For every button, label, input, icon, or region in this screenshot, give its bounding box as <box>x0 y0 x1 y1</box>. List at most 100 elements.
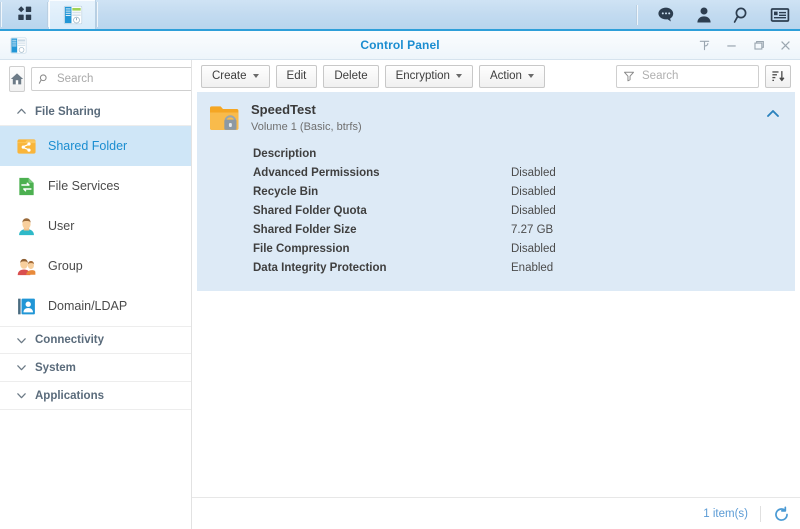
sidebar-group-applications[interactable]: Applications <box>0 382 191 410</box>
detail-row: Shared Folder Quota Disabled <box>253 201 783 220</box>
sidebar-group-system[interactable]: System <box>0 354 191 382</box>
sidebar-item-label: Group <box>48 259 83 273</box>
detail-label: Shared Folder Size <box>253 223 357 236</box>
taskbar-spacer <box>98 0 636 29</box>
sidebar-header <box>0 60 191 98</box>
sidebar-item-user[interactable]: User <box>0 206 191 246</box>
chevron-down-icon <box>252 74 259 78</box>
detail-row: Data Integrity Protection Enabled <box>253 258 783 277</box>
detail-value: Disabled <box>511 185 556 198</box>
sidebar-group-label: Applications <box>35 389 105 402</box>
sidebar-item-label: File Services <box>48 179 120 193</box>
sidebar-item-file-services[interactable]: File Services <box>0 166 191 206</box>
home-button[interactable] <box>9 66 25 92</box>
status-divider <box>760 506 761 522</box>
delete-button-label: Delete <box>334 70 368 82</box>
shared-folder-titles: SpeedTest Volume 1 (Basic, btrfs) <box>251 102 362 135</box>
toolbar: Create Edit Delete Encryption Action <box>192 60 800 92</box>
page-title: Control Panel <box>360 38 440 52</box>
dsm-desktop: Control Panel Search File Sharing Shared… <box>0 0 800 529</box>
shared-folder-list: SpeedTest Volume 1 (Basic, btrfs) Descri… <box>192 92 800 497</box>
shared-folder-location: Volume 1 (Basic, btrfs) <box>251 121 362 133</box>
control-panel-window: Control Panel Search File Sharing Shared… <box>0 31 800 529</box>
sidebar-item-group[interactable]: Group <box>0 246 191 286</box>
sidebar: File Sharing Shared Folder <box>0 60 192 529</box>
sidebar-item-domain-ldap[interactable]: Domain/LDAP <box>0 286 191 326</box>
detail-row: Recycle Bin Disabled <box>253 182 783 201</box>
apps-launcher-icon <box>17 5 31 20</box>
chevron-up-icon <box>17 108 26 114</box>
notifications-icon[interactable] <box>656 5 676 25</box>
shared-folder-icon <box>17 138 36 154</box>
desktop-taskbar <box>0 0 800 31</box>
apps-launcher-button[interactable] <box>2 0 47 29</box>
item-count-label: 1 item(s) <box>703 508 748 520</box>
sidebar-item-shared-folder[interactable]: Shared Folder <box>0 126 191 166</box>
encryption-button-label: Encryption <box>395 70 450 82</box>
window-controls <box>698 31 792 59</box>
chevron-down-icon <box>17 393 26 399</box>
action-button[interactable]: Action <box>478 64 545 88</box>
edit-button-label: Edit <box>286 70 307 82</box>
create-button[interactable]: Create <box>201 64 270 88</box>
taskbar-item-control-panel[interactable] <box>49 0 96 29</box>
edit-button[interactable]: Edit <box>275 64 318 88</box>
delete-button[interactable]: Delete <box>323 64 379 88</box>
shared-folder-details: Description Advanced Permissions Disable… <box>209 144 783 277</box>
close-icon[interactable] <box>779 39 792 52</box>
sort-descending-icon <box>772 71 785 82</box>
detail-label: Description <box>253 147 317 160</box>
detail-value: Disabled <box>511 166 556 179</box>
maximize-icon[interactable] <box>752 39 765 52</box>
refresh-icon[interactable] <box>773 506 790 523</box>
shared-folder-name: SpeedTest <box>251 102 316 117</box>
detail-value: Disabled <box>511 204 556 217</box>
sidebar-item-label: Shared Folder <box>48 139 128 153</box>
detail-label: File Compression <box>253 242 350 255</box>
encryption-button[interactable]: Encryption <box>384 64 473 88</box>
detail-row: Description <box>253 144 783 163</box>
detail-row: Advanced Permissions Disabled <box>253 163 783 182</box>
search-icon <box>38 74 47 84</box>
detail-row: File Compression Disabled <box>253 239 783 258</box>
shared-folder-item[interactable]: SpeedTest Volume 1 (Basic, btrfs) Descri… <box>197 92 795 291</box>
sidebar-group-label: System <box>35 361 76 374</box>
sidebar-search-input[interactable] <box>55 72 191 86</box>
sidebar-item-label: User <box>48 219 75 233</box>
window-body: File Sharing Shared Folder <box>0 60 800 529</box>
shared-folder-header: SpeedTest Volume 1 (Basic, btrfs) <box>209 102 783 135</box>
detail-value: 7.27 GB <box>511 223 554 236</box>
sidebar-item-label: Domain/LDAP <box>48 299 128 313</box>
detail-label: Advanced Permissions <box>253 166 380 179</box>
user-icon <box>19 217 34 235</box>
sort-button[interactable] <box>765 64 791 88</box>
file-services-icon <box>19 177 34 195</box>
toolbar-search-input[interactable] <box>640 69 752 83</box>
detail-label: Shared Folder Quota <box>253 204 367 217</box>
control-panel-icon <box>10 37 27 53</box>
domain-ldap-icon <box>18 298 35 314</box>
create-button-label: Create <box>212 70 247 82</box>
user-icon[interactable] <box>694 5 714 25</box>
sidebar-group-connectivity[interactable]: Connectivity <box>0 326 191 354</box>
sidebar-group-label: File Sharing <box>35 105 101 118</box>
sidebar-search-box[interactable] <box>31 67 191 91</box>
chevron-down-icon <box>527 74 534 78</box>
widgets-icon[interactable] <box>770 5 790 25</box>
action-button-label: Action <box>489 70 522 82</box>
detail-label: Data Integrity Protection <box>253 261 387 274</box>
sidebar-group-label: Connectivity <box>35 334 105 346</box>
search-icon[interactable] <box>732 5 752 25</box>
main-content: Create Edit Delete Encryption Action Sea… <box>192 60 800 529</box>
encrypted-folder-icon <box>210 106 239 130</box>
chevron-up-icon[interactable] <box>765 106 781 122</box>
detail-row: Shared Folder Size 7.27 GB <box>253 220 783 239</box>
pin-icon[interactable] <box>698 39 711 52</box>
window-titlebar[interactable]: Control Panel <box>0 31 800 60</box>
toolbar-search-box[interactable] <box>616 64 759 88</box>
chevron-down-icon <box>17 337 26 343</box>
sidebar-group-file-sharing[interactable]: File Sharing <box>0 98 191 126</box>
minimize-icon[interactable] <box>725 39 738 52</box>
taskbar-tray <box>636 0 800 29</box>
filter-icon <box>624 71 634 82</box>
